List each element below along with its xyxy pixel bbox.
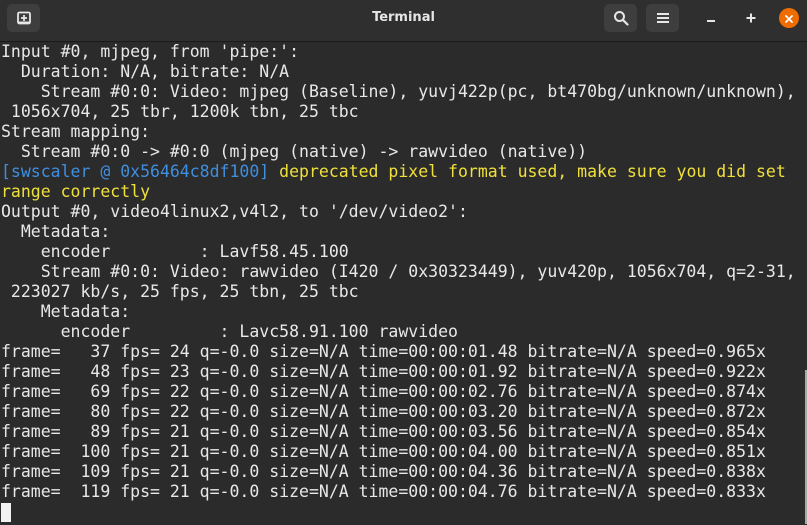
output-line: Metadata: bbox=[1, 222, 111, 241]
output-line: Stream #0:0: Video: rawvideo (I420 / 0x3… bbox=[1, 262, 796, 281]
maximize-button[interactable] bbox=[741, 8, 761, 28]
frame-progress-line: frame= 119 fps= 21 q=-0.0 size=N/A time=… bbox=[1, 482, 766, 501]
text-cursor bbox=[1, 503, 11, 522]
output-line: Output #0, video4linux2,v4l2, to '/dev/v… bbox=[1, 202, 468, 221]
warning-continuation: range correctly bbox=[1, 182, 151, 201]
minimize-icon bbox=[705, 9, 717, 28]
close-icon bbox=[784, 9, 794, 28]
minimize-button[interactable] bbox=[701, 8, 721, 28]
output-line: Metadata: bbox=[1, 302, 131, 321]
terminal-output[interactable]: Input #0, mjpeg, from 'pipe:': Duration:… bbox=[0, 42, 807, 525]
output-line: Stream #0:0: Video: mjpeg (Baseline), yu… bbox=[1, 82, 796, 101]
new-tab-icon bbox=[16, 10, 32, 26]
output-line: encoder : Lavc58.91.100 rawvideo bbox=[1, 322, 458, 341]
hamburger-menu-icon bbox=[656, 11, 670, 25]
output-line: encoder : Lavf58.45.100 bbox=[1, 242, 349, 261]
maximize-icon bbox=[745, 9, 757, 28]
frame-progress-line: frame= 69 fps= 22 q=-0.0 size=N/A time=0… bbox=[1, 382, 766, 401]
frame-progress-line: frame= 100 fps= 21 q=-0.0 size=N/A time=… bbox=[1, 442, 766, 461]
new-tab-button[interactable] bbox=[7, 4, 40, 32]
close-button[interactable] bbox=[779, 8, 799, 28]
warning-line: [swscaler @ 0x56464c8df100] deprecated p… bbox=[1, 162, 786, 182]
output-line: 1056x704, 25 tbr, 1200k tbn, 25 tbc bbox=[1, 102, 359, 121]
warning-message: deprecated pixel format used, make sure … bbox=[269, 162, 786, 181]
titlebar: Terminal bbox=[0, 0, 807, 42]
output-line: Duration: N/A, bitrate: N/A bbox=[1, 62, 290, 81]
window-title: Terminal bbox=[372, 10, 435, 25]
frame-progress-line: frame= 89 fps= 21 q=-0.0 size=N/A time=0… bbox=[1, 422, 766, 441]
output-line: Input #0, mjpeg, from 'pipe:': bbox=[1, 42, 300, 61]
output-line: Stream #0:0 -> #0:0 (mjpeg (native) -> r… bbox=[1, 142, 588, 161]
frame-progress-line: frame= 48 fps= 23 q=-0.0 size=N/A time=0… bbox=[1, 362, 766, 381]
frame-progress-line: frame= 80 fps= 22 q=-0.0 size=N/A time=0… bbox=[1, 402, 766, 421]
frame-progress-line: frame= 37 fps= 24 q=-0.0 size=N/A time=0… bbox=[1, 342, 766, 361]
frame-progress-line: frame= 109 fps= 21 q=-0.0 size=N/A time=… bbox=[1, 462, 766, 481]
search-button[interactable] bbox=[604, 4, 637, 32]
search-icon bbox=[613, 10, 629, 26]
output-line: 223027 kb/s, 25 fps, 25 tbn, 25 tbc bbox=[1, 282, 359, 301]
warning-tag: [swscaler @ 0x56464c8df100] bbox=[1, 162, 270, 181]
terminal-window: Terminal Input #0, mjpeg, from 'pipe:': … bbox=[0, 0, 807, 525]
menu-button[interactable] bbox=[646, 4, 679, 32]
output-line: Stream mapping: bbox=[1, 122, 151, 141]
